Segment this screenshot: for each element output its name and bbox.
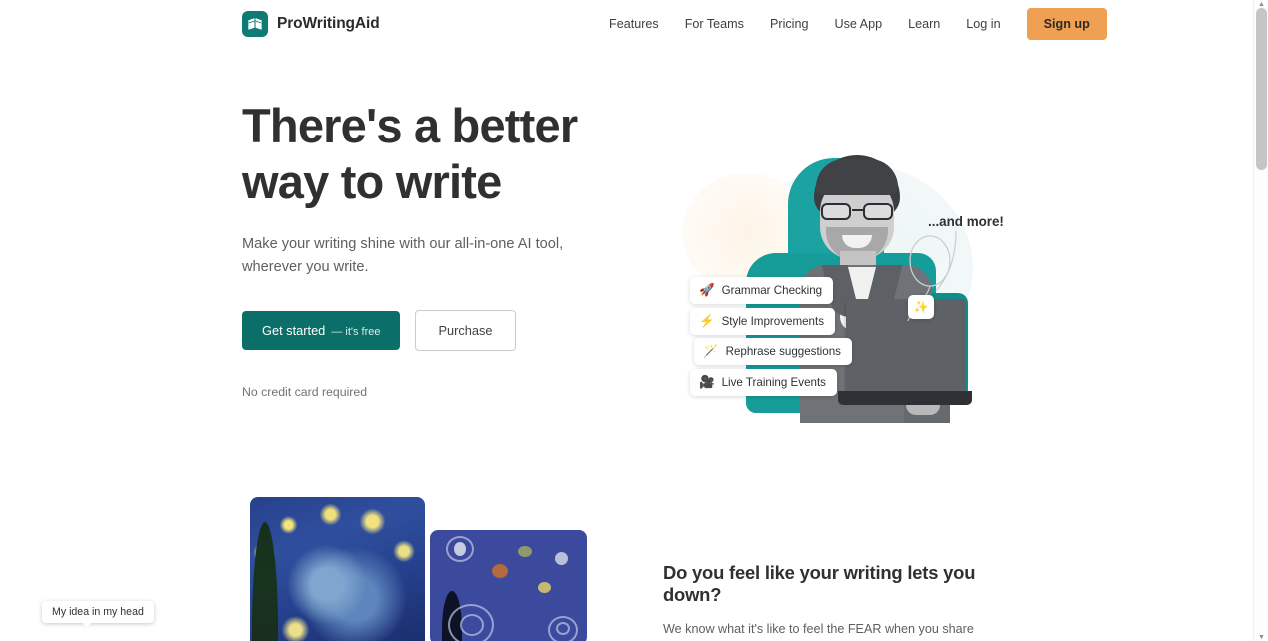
lightning-icon: ⚡	[699, 314, 715, 329]
hero-subtitle: Make your writing shine with our all-in-…	[242, 235, 564, 275]
hero-section: There's a better way to write Make your …	[0, 48, 1253, 468]
feature-pill-label: Live Training Events	[721, 376, 826, 389]
sparkles-icon: ✨	[908, 295, 934, 319]
glasses-icon	[820, 203, 894, 220]
brand-logo-link[interactable]: ProWritingAid	[242, 11, 380, 37]
scroll-up-arrow-icon[interactable]: ▲	[1254, 0, 1268, 8]
and-more-label: ...and more!	[928, 214, 1004, 229]
scrollbar-thumb[interactable]	[1256, 8, 1267, 170]
nav-link-use-app[interactable]: Use App	[821, 17, 895, 31]
nav-link-learn[interactable]: Learn	[895, 17, 953, 31]
nav-link-features[interactable]: Features	[596, 17, 672, 31]
book-logo-icon	[242, 11, 268, 37]
get-started-free-suffix: — it's free	[331, 325, 381, 338]
flat-starry-night-illustration	[430, 530, 587, 641]
feature-pill-rephrase-suggestions: 🪄 Rephrase suggestions	[694, 338, 852, 365]
lower-copy: Do you feel like your writing lets you d…	[663, 562, 1023, 641]
laptop-base-graphic	[838, 391, 972, 405]
hero-illustration: ...and more! ✨ 🚀 Grammar Checking ⚡ Styl…	[660, 103, 1020, 433]
hero-copy: There's a better way to write Make your …	[242, 98, 642, 399]
feature-pill-style-improvements: ⚡ Style Improvements	[690, 308, 836, 335]
scroll-down-arrow-icon[interactable]: ▼	[1254, 633, 1268, 641]
feature-pill-label: Style Improvements	[721, 315, 825, 328]
cypress-tree-graphic	[252, 522, 278, 641]
magic-wand-icon: 🪄	[703, 344, 719, 359]
video-camera-icon: 🎥	[699, 375, 715, 390]
feature-pill-grammar-checking: 🚀 Grammar Checking	[690, 277, 834, 304]
nav-link-for-teams[interactable]: For Teams	[672, 17, 757, 31]
sign-up-button[interactable]: Sign up	[1026, 8, 1107, 40]
vertical-scrollbar[interactable]: ▲ ▼	[1253, 0, 1268, 641]
feature-pill-live-training-events: 🎥 Live Training Events	[690, 369, 837, 396]
nav-links: Features For Teams Pricing Use App Learn…	[596, 0, 1107, 48]
lower-heading: Do you feel like your writing lets you d…	[663, 562, 976, 605]
hero-title-line-1: There's a better	[242, 99, 578, 152]
hero-cta-group: Get started — it's free Purchase	[242, 309, 642, 351]
rocket-icon: 🚀	[699, 283, 715, 298]
hero-title-line-2: way to write	[242, 155, 502, 209]
hero-title: There's a better way to write	[242, 98, 642, 211]
get-started-button[interactable]: Get started — it's free	[242, 310, 401, 350]
starry-night-painting	[250, 497, 425, 641]
lower-body-text: We know what it's like to feel the FEAR …	[663, 622, 974, 636]
nav-link-log-in[interactable]: Log in	[953, 17, 1013, 31]
nav-link-pricing[interactable]: Pricing	[757, 17, 822, 31]
page-viewport: ProWritingAid Features For Teams Pricing…	[0, 0, 1268, 641]
brand-name: ProWritingAid	[277, 15, 380, 32]
no-credit-card-note: No credit card required	[242, 384, 368, 399]
lower-section: My idea in my head Do you feel like your…	[0, 470, 1253, 641]
get-started-label: Get started	[262, 322, 326, 338]
feature-pill-label: Rephrase suggestions	[725, 345, 841, 358]
top-navigation-bar: ProWritingAid Features For Teams Pricing…	[0, 0, 1253, 48]
my-idea-in-my-head-label: My idea in my head	[42, 601, 154, 628]
purchase-button[interactable]: Purchase	[415, 309, 516, 351]
feature-pill-label: Grammar Checking	[721, 284, 823, 297]
